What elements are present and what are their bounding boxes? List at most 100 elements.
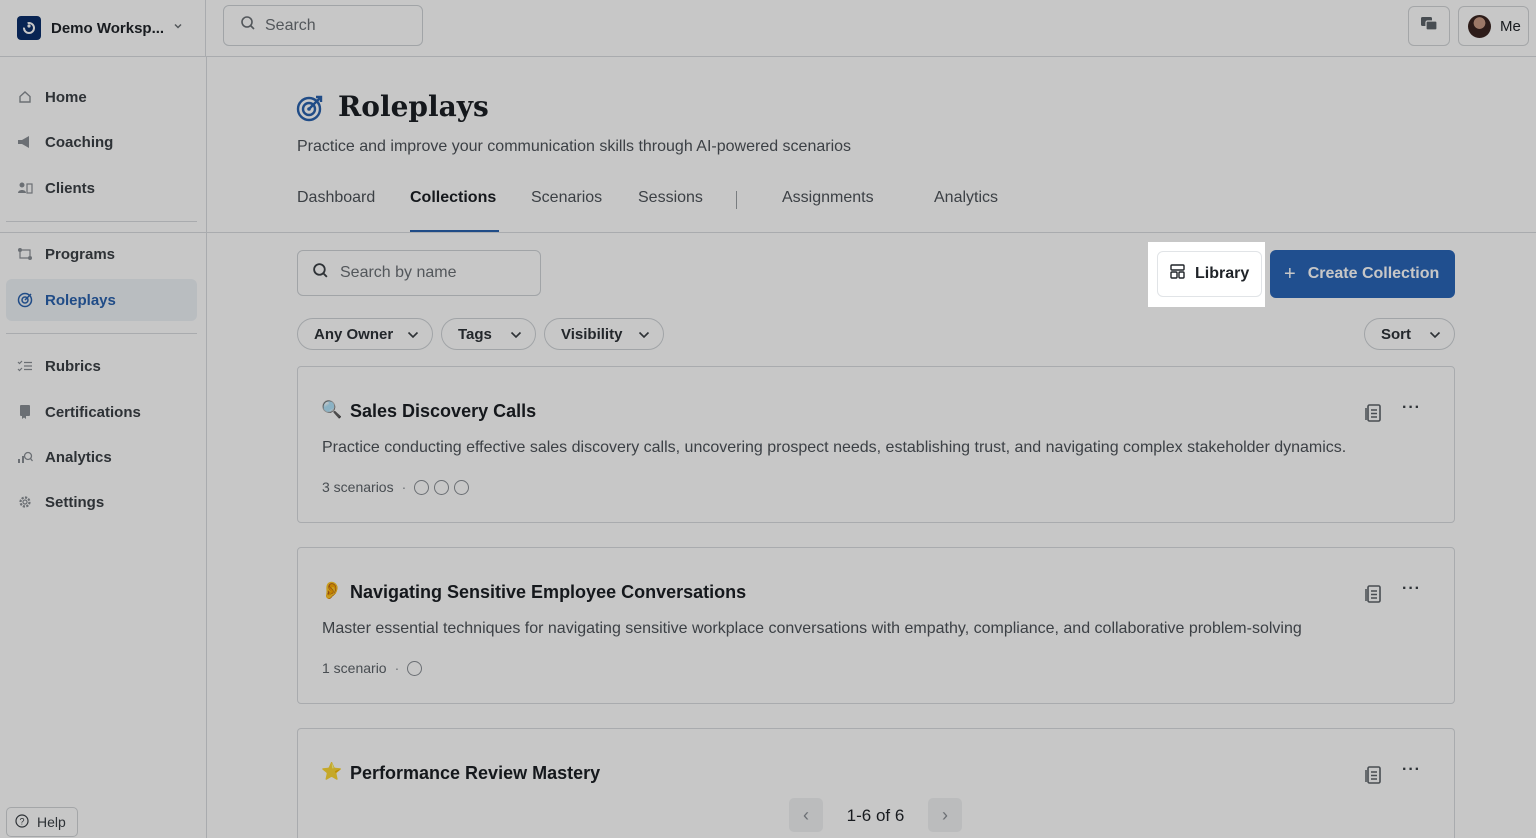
sidebar-item-home[interactable]: Home xyxy=(6,76,197,118)
sidebar-item-clients[interactable]: Clients xyxy=(6,167,197,209)
owner-filter-label: Any Owner xyxy=(314,325,394,343)
collection-card[interactable]: 👂 Navigating Sensitive Employee Conversa… xyxy=(297,547,1455,704)
help-label: Help xyxy=(37,814,66,830)
visibility-filter[interactable]: Visibility xyxy=(544,318,664,350)
library-label: Library xyxy=(1195,265,1250,282)
collection-title: Sales Discovery Calls xyxy=(350,401,537,421)
sidebar-item-label: Roleplays xyxy=(45,291,116,309)
tabs-border xyxy=(0,232,1536,233)
library-icon xyxy=(1170,264,1185,284)
owner-filter[interactable]: Any Owner xyxy=(297,318,433,350)
scenario-avatar xyxy=(414,479,430,495)
chevron-right-icon: › xyxy=(942,804,948,825)
analytics-icon xyxy=(17,449,33,465)
clients-icon xyxy=(17,180,33,196)
search-icon xyxy=(240,15,256,36)
collection-emoji: 👂 xyxy=(321,581,343,600)
sort-label: Sort xyxy=(1381,325,1411,343)
collection-emoji: ⭐ xyxy=(321,762,343,781)
sidebar-divider xyxy=(6,221,197,222)
scenario-avatar xyxy=(434,479,450,495)
target-icon xyxy=(17,292,33,308)
chevron-down-icon xyxy=(1428,328,1442,346)
collection-card[interactable]: 🔍 Sales Discovery Calls ··· Practice con… xyxy=(297,366,1455,523)
collection-description: Master essential techniques for navigati… xyxy=(322,620,1302,637)
sidebar-item-label: Home xyxy=(45,88,87,106)
tags-filter[interactable]: Tags xyxy=(441,318,536,350)
sidebar-item-certifications[interactable]: Certifications xyxy=(6,391,197,433)
chevron-down-icon xyxy=(637,328,651,346)
tab-analytics[interactable]: Analytics xyxy=(934,189,998,207)
top-bar: Demo Worksp... Search Me xyxy=(0,0,1536,57)
sidebar-item-label: Coaching xyxy=(45,133,114,151)
library-add-icon[interactable] xyxy=(1365,403,1383,428)
sidebar-divider xyxy=(6,333,197,334)
user-label: Me xyxy=(1500,17,1521,35)
library-add-icon[interactable] xyxy=(1365,584,1383,609)
user-menu-button[interactable]: Me xyxy=(1458,6,1529,46)
sidebar-item-programs[interactable]: Programs xyxy=(6,233,197,275)
create-collection-label: Create Collection xyxy=(1307,265,1440,282)
certificate-icon xyxy=(17,404,33,420)
sidebar-item-analytics[interactable]: Analytics xyxy=(6,436,197,478)
target-icon xyxy=(296,94,324,127)
avatar xyxy=(1468,14,1491,38)
tab-dashboard[interactable]: Dashboard xyxy=(297,189,375,207)
sidebar-item-label: Clients xyxy=(45,179,96,197)
library-add-icon[interactable] xyxy=(1365,765,1383,790)
collection-title: Performance Review Mastery xyxy=(350,763,601,783)
home-icon xyxy=(17,89,33,105)
gear-icon xyxy=(17,494,33,510)
global-search-placeholder: Search xyxy=(265,16,316,34)
svg-text:?: ? xyxy=(19,816,24,826)
chevron-down-icon xyxy=(509,328,523,346)
more-options-icon[interactable]: ··· xyxy=(1402,399,1421,417)
tab-scenarios[interactable]: Scenarios xyxy=(531,189,602,207)
collection-search-input[interactable]: Search by name xyxy=(297,250,541,296)
library-button[interactable]: Library xyxy=(1157,251,1262,297)
global-search-input[interactable]: Search xyxy=(223,5,423,46)
sidebar-item-roleplays[interactable]: Roleplays xyxy=(6,279,197,321)
page-subtitle: Practice and improve your communication … xyxy=(297,138,852,155)
sidebar: Home Coaching Clients Programs Roleplays… xyxy=(0,57,207,838)
collection-description: Practice conducting effective sales disc… xyxy=(322,439,1347,456)
list-check-icon xyxy=(17,358,33,374)
megaphone-icon xyxy=(17,134,33,150)
collection-emoji: 🔍 xyxy=(321,400,343,419)
sidebar-item-coaching[interactable]: Coaching xyxy=(6,121,197,163)
chevron-down-icon xyxy=(406,328,420,346)
more-options-icon[interactable]: ··· xyxy=(1402,580,1421,598)
collection-search-placeholder: Search by name xyxy=(340,264,457,281)
help-button[interactable]: ? Help xyxy=(6,807,78,837)
sidebar-item-label: Programs xyxy=(45,245,116,263)
next-page-button[interactable]: › xyxy=(928,798,962,832)
more-options-icon[interactable]: ··· xyxy=(1402,761,1421,779)
sidebar-item-label: Analytics xyxy=(45,448,112,466)
workspace-switcher[interactable]: Demo Worksp... xyxy=(0,0,206,56)
sidebar-item-label: Certifications xyxy=(45,403,141,421)
tab-separator xyxy=(736,191,737,209)
chevron-down-icon xyxy=(172,19,184,37)
chat-button[interactable] xyxy=(1408,6,1450,46)
workspace-name: Demo Worksp... xyxy=(51,19,165,37)
help-icon: ? xyxy=(15,813,29,831)
collection-title: Navigating Sensitive Employee Conversati… xyxy=(350,582,747,602)
meta-separator: · xyxy=(401,479,407,495)
sidebar-item-settings[interactable]: Settings xyxy=(6,481,197,523)
visibility-filter-label: Visibility xyxy=(561,325,623,343)
scenario-avatar xyxy=(407,660,423,676)
sidebar-item-rubrics[interactable]: Rubrics xyxy=(6,345,197,387)
scenario-count: 1 scenario xyxy=(322,660,387,676)
sort-dropdown[interactable]: Sort xyxy=(1364,318,1455,350)
sidebar-item-label: Rubrics xyxy=(45,357,101,375)
scenario-count: 3 scenarios xyxy=(322,479,394,495)
tab-assignments[interactable]: Assignments xyxy=(782,189,874,207)
tags-filter-label: Tags xyxy=(458,325,492,343)
sidebar-item-label: Settings xyxy=(45,493,105,511)
tab-collections[interactable]: Collections xyxy=(410,189,496,207)
plus-icon: + xyxy=(1284,263,1296,285)
chat-icon xyxy=(1420,15,1438,38)
tab-sessions[interactable]: Sessions xyxy=(638,189,703,207)
create-collection-button[interactable]: + Create Collection xyxy=(1270,250,1455,298)
search-icon xyxy=(312,262,329,284)
